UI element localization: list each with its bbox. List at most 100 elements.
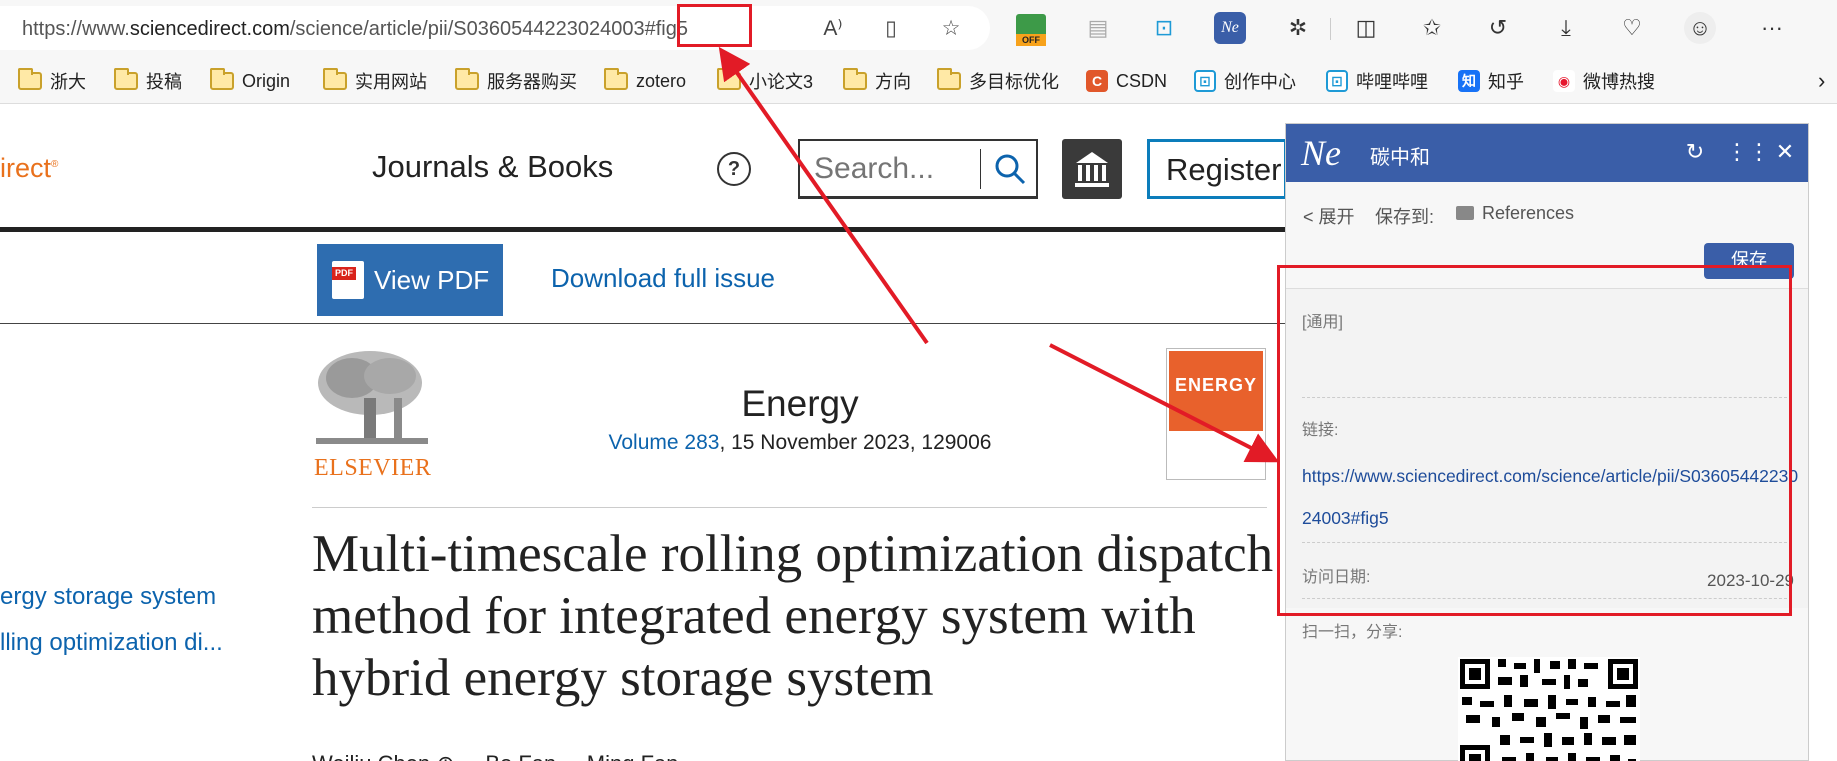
- more-menu-icon[interactable]: ···: [1756, 12, 1788, 44]
- download-full-issue-link[interactable]: Download full issue: [551, 263, 775, 294]
- noteexpress-logo: Ne: [1301, 133, 1341, 173]
- journal-issue-info: Volume 283, 15 November 2023, 129006: [500, 431, 1100, 455]
- noteexpress-extension-icon[interactable]: Ne: [1214, 12, 1246, 44]
- view-pdf-label: View PDF: [374, 264, 490, 295]
- extension-off-badge: OFF: [1016, 34, 1046, 46]
- journal-cover-image[interactable]: ENERGY: [1166, 348, 1266, 480]
- institution-button[interactable]: [1062, 139, 1122, 199]
- bookmarks-bar: 浙大 投稿 Origin 实用网站 服务器购买 zotero 小论文3 方向 多…: [0, 58, 1837, 104]
- bookmark-label: 哔哩哔哩: [1356, 72, 1428, 92]
- profile-avatar[interactable]: ☺: [1684, 12, 1716, 44]
- bookmark-label: 服务器购买: [487, 72, 577, 92]
- bookmark-item[interactable]: 实用网站: [323, 67, 427, 95]
- bilibili-extension-icon[interactable]: ⊡: [1148, 12, 1180, 44]
- split-screen-icon[interactable]: ◫: [1350, 12, 1382, 44]
- bookmark-label: 小论文3: [749, 72, 814, 92]
- panel-form-highlight-box: [1277, 265, 1792, 616]
- bilibili-icon: ⊡: [1194, 70, 1216, 92]
- url-text[interactable]: https://www.sciencedirect.com/science/ar…: [22, 18, 688, 41]
- bookmark-item[interactable]: C CSDN: [1086, 67, 1167, 95]
- save-to-label: 保存到:: [1375, 207, 1435, 227]
- panel-header: Ne 碳中和 ↻ ⋮⋮ ✕: [1286, 124, 1808, 182]
- search-divider: [980, 149, 981, 189]
- journal-title-link[interactable]: Energy: [600, 383, 1000, 425]
- folder-icon: [323, 68, 347, 90]
- logo-text: irect: [0, 153, 52, 183]
- volume-link[interactable]: Volume 283: [609, 431, 720, 454]
- toc-item[interactable]: lling optimization di...: [0, 629, 223, 657]
- toolbar-divider: [1330, 18, 1331, 40]
- downloads-icon[interactable]: ⤓: [1550, 12, 1582, 44]
- bookmark-item[interactable]: 知知乎: [1458, 67, 1524, 95]
- share-label: 扫一扫，分享:: [1302, 624, 1403, 641]
- weibo-icon: ◉: [1553, 70, 1575, 92]
- bookmark-label: 微博热搜: [1583, 72, 1655, 92]
- bookmark-label: 方向: [875, 72, 911, 92]
- bookmark-item[interactable]: 浙大: [18, 67, 86, 95]
- url-host: sciencedirect.com: [129, 18, 290, 40]
- bookmark-label: CSDN: [1116, 70, 1168, 91]
- read-aloud-icon[interactable]: A⁾: [820, 16, 846, 42]
- folder-icon: [1456, 206, 1474, 220]
- bookmark-item[interactable]: ◉ 微博热搜: [1553, 67, 1655, 95]
- header-divider: [0, 227, 1290, 232]
- bookmark-item[interactable]: ⊡ 哔哩哔哩: [1326, 67, 1428, 95]
- refresh-icon[interactable]: ↻: [1682, 139, 1708, 165]
- institution-icon: [1075, 152, 1109, 187]
- address-bar[interactable]: https://www.sciencedirect.com/science/ar…: [0, 6, 990, 50]
- folder-icon: [604, 68, 628, 90]
- close-icon[interactable]: ✕: [1772, 139, 1798, 165]
- immersive-reader-icon[interactable]: ▯: [878, 16, 904, 42]
- extensions-puzzle-icon[interactable]: ✲: [1282, 12, 1314, 44]
- elsevier-tree-logo[interactable]: [312, 348, 432, 448]
- bookmarks-overflow-chevron-icon[interactable]: ›: [1818, 67, 1825, 95]
- register-button[interactable]: Register: [1147, 139, 1287, 199]
- zhihu-icon: 知: [1458, 70, 1480, 92]
- bookmark-item[interactable]: 方向: [843, 67, 911, 95]
- screenshot-root: https://www.sciencedirect.com/science/ar…: [0, 0, 1837, 761]
- toolbar-divider: [0, 323, 1290, 324]
- browser-essentials-icon[interactable]: ♡: [1616, 12, 1648, 44]
- csdn-icon: C: [1086, 70, 1108, 92]
- bookmark-item[interactable]: zotero: [604, 67, 686, 95]
- bookmark-item[interactable]: ⊡ 创作中心: [1194, 67, 1296, 95]
- folder-icon: [455, 68, 479, 90]
- bookmark-label: 实用网站: [355, 72, 427, 92]
- history-icon[interactable]: ↺: [1482, 12, 1514, 44]
- bookmark-label: Origin: [242, 70, 291, 91]
- extension-off-icon[interactable]: OFF: [1016, 14, 1046, 46]
- elsevier-wordmark: ELSEVIER: [314, 455, 432, 481]
- expand-link[interactable]: < 展开: [1303, 203, 1355, 229]
- bookmark-label: 创作中心: [1224, 72, 1296, 92]
- apps-grid-icon[interactable]: ⋮⋮: [1726, 139, 1770, 165]
- trademark-mark: ®: [51, 159, 59, 170]
- share-qr-code: [1458, 657, 1640, 761]
- search-icon[interactable]: [992, 151, 1028, 187]
- journals-books-link[interactable]: Journals & Books: [372, 149, 613, 185]
- article-title: Multi-timescale rolling optimization dis…: [312, 525, 1274, 707]
- url-path: /science/article/pii/S0360544223024003: [289, 18, 645, 40]
- folder-icon: [210, 68, 234, 90]
- folder-icon: [717, 68, 741, 90]
- bookmark-item[interactable]: 多目标优化: [937, 67, 1059, 95]
- bookmark-item[interactable]: 服务器购买: [455, 67, 577, 95]
- favorites-icon[interactable]: ✩: [1416, 12, 1448, 44]
- document-extension-icon[interactable]: ▤: [1082, 12, 1114, 44]
- help-icon[interactable]: ?: [717, 152, 751, 186]
- favorite-star-icon[interactable]: ☆: [938, 16, 964, 42]
- toc-item[interactable]: ergy storage system: [0, 583, 216, 611]
- bookmark-item[interactable]: 小论文3: [717, 67, 813, 95]
- bookmark-label: 浙大: [50, 72, 86, 92]
- folder-icon: [18, 68, 42, 90]
- bookmark-item[interactable]: Origin: [210, 67, 290, 95]
- url-prefix: https://www.: [22, 18, 130, 40]
- search-input[interactable]: [814, 151, 974, 187]
- view-pdf-button[interactable]: PDF View PDF: [317, 244, 503, 316]
- bookmark-item[interactable]: 投稿: [114, 67, 182, 95]
- meta-divider: [312, 507, 1267, 508]
- folder-icon: [937, 68, 961, 90]
- sciencedirect-logo[interactable]: irect®: [0, 153, 58, 184]
- folder-icon: [114, 68, 138, 90]
- search-box: [798, 139, 1038, 199]
- folder-select[interactable]: References: [1482, 203, 1574, 224]
